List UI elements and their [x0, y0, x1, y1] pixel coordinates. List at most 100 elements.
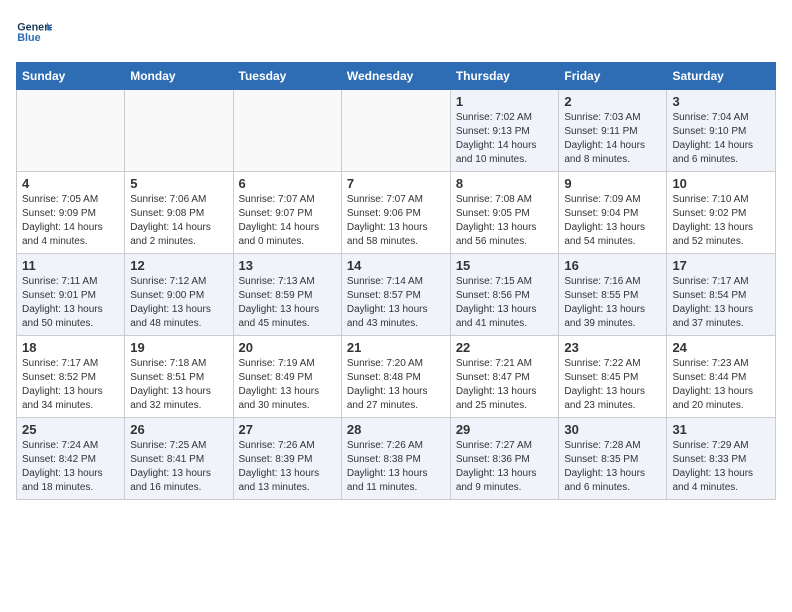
day-info: Sunrise: 7:23 AM Sunset: 8:44 PM Dayligh…	[672, 357, 770, 413]
day-info: Sunrise: 7:05 AM Sunset: 9:09 PM Dayligh…	[22, 193, 119, 249]
calendar-cell	[17, 90, 125, 172]
calendar-cell: 8 Sunrise: 7:08 AM Sunset: 9:05 PM Daylig…	[450, 172, 559, 254]
day-info: Sunrise: 7:15 AM Sunset: 8:56 PM Dayligh…	[456, 275, 554, 331]
calendar-cell: 27 Sunrise: 7:26 AM Sunset: 8:39 PM Dayli…	[233, 418, 341, 500]
day-number: 12	[130, 258, 227, 273]
calendar-week-row: 4 Sunrise: 7:05 AM Sunset: 9:09 PM Daylig…	[17, 172, 776, 254]
calendar-cell: 2 Sunrise: 7:03 AM Sunset: 9:11 PM Daylig…	[559, 90, 667, 172]
day-number: 24	[672, 340, 770, 355]
calendar-cell: 10 Sunrise: 7:10 AM Sunset: 9:02 PM Dayli…	[667, 172, 776, 254]
day-number: 2	[564, 94, 661, 109]
column-header-sunday: Sunday	[17, 63, 125, 90]
column-header-monday: Monday	[125, 63, 233, 90]
calendar-cell: 31Sunrise: 7:29 AM Sunset: 8:33 PM Dayli…	[667, 418, 776, 500]
day-number: 22	[456, 340, 554, 355]
day-info: Sunrise: 7:13 AM Sunset: 8:59 PM Dayligh…	[239, 275, 336, 331]
day-info: Sunrise: 7:26 AM Sunset: 8:38 PM Dayligh…	[347, 439, 445, 495]
calendar-cell: 5Sunrise: 7:06 AM Sunset: 9:08 PM Daylig…	[125, 172, 233, 254]
day-number: 27	[239, 422, 336, 437]
day-number: 26	[130, 422, 227, 437]
calendar-cell: 19 Sunrise: 7:18 AM Sunset: 8:51 PM Dayli…	[125, 336, 233, 418]
column-header-thursday: Thursday	[450, 63, 559, 90]
calendar-cell: 23 Sunrise: 7:22 AM Sunset: 8:45 PM Dayli…	[559, 336, 667, 418]
calendar-cell	[233, 90, 341, 172]
day-number: 23	[564, 340, 661, 355]
day-info: Sunrise: 7:10 AM Sunset: 9:02 PM Dayligh…	[672, 193, 770, 249]
day-number: 30	[564, 422, 661, 437]
calendar-table: SundayMondayTuesdayWednesdayThursdayFrid…	[16, 62, 776, 500]
day-number: 28	[347, 422, 445, 437]
calendar-cell	[125, 90, 233, 172]
calendar-cell: 11Sunrise: 7:11 AM Sunset: 9:01 PM Dayli…	[17, 254, 125, 336]
day-info: Sunrise: 7:27 AM Sunset: 8:36 PM Dayligh…	[456, 439, 554, 495]
day-number: 17	[672, 258, 770, 273]
day-number: 4	[22, 176, 119, 191]
calendar-cell: 1 Sunrise: 7:02 AM Sunset: 9:13 PM Daylig…	[450, 90, 559, 172]
column-header-tuesday: Tuesday	[233, 63, 341, 90]
day-number: 8	[456, 176, 554, 191]
logo: General Blue	[16, 16, 52, 52]
day-number: 1	[456, 94, 554, 109]
day-number: 19	[130, 340, 227, 355]
column-header-wednesday: Wednesday	[341, 63, 450, 90]
day-info: Sunrise: 7:25 AM Sunset: 8:41 PM Dayligh…	[130, 439, 227, 495]
calendar-cell: 6Sunrise: 7:07 AM Sunset: 9:07 PM Daylig…	[233, 172, 341, 254]
day-info: Sunrise: 7:09 AM Sunset: 9:04 PM Dayligh…	[564, 193, 661, 249]
calendar-cell: 12 Sunrise: 7:12 AM Sunset: 9:00 PM Dayli…	[125, 254, 233, 336]
day-info: Sunrise: 7:26 AM Sunset: 8:39 PM Dayligh…	[239, 439, 336, 495]
calendar-cell: 4 Sunrise: 7:05 AM Sunset: 9:09 PM Daylig…	[17, 172, 125, 254]
day-info: Sunrise: 7:22 AM Sunset: 8:45 PM Dayligh…	[564, 357, 661, 413]
day-number: 3	[672, 94, 770, 109]
day-number: 9	[564, 176, 661, 191]
calendar-week-row: 11Sunrise: 7:11 AM Sunset: 9:01 PM Dayli…	[17, 254, 776, 336]
calendar-week-row: 25 Sunrise: 7:24 AM Sunset: 8:42 PM Dayli…	[17, 418, 776, 500]
calendar-cell: 14Sunrise: 7:14 AM Sunset: 8:57 PM Dayli…	[341, 254, 450, 336]
day-info: Sunrise: 7:08 AM Sunset: 9:05 PM Dayligh…	[456, 193, 554, 249]
day-info: Sunrise: 7:18 AM Sunset: 8:51 PM Dayligh…	[130, 357, 227, 413]
logo-icon: General Blue	[16, 16, 52, 52]
day-info: Sunrise: 7:24 AM Sunset: 8:42 PM Dayligh…	[22, 439, 119, 495]
day-number: 29	[456, 422, 554, 437]
day-info: Sunrise: 7:07 AM Sunset: 9:06 PM Dayligh…	[347, 193, 445, 249]
calendar-cell: 28 Sunrise: 7:26 AM Sunset: 8:38 PM Dayli…	[341, 418, 450, 500]
calendar-cell: 3 Sunrise: 7:04 AM Sunset: 9:10 PM Daylig…	[667, 90, 776, 172]
calendar-cell: 25 Sunrise: 7:24 AM Sunset: 8:42 PM Dayli…	[17, 418, 125, 500]
calendar-cell: 15 Sunrise: 7:15 AM Sunset: 8:56 PM Dayli…	[450, 254, 559, 336]
calendar-cell: 18 Sunrise: 7:17 AM Sunset: 8:52 PM Dayli…	[17, 336, 125, 418]
day-info: Sunrise: 7:12 AM Sunset: 9:00 PM Dayligh…	[130, 275, 227, 331]
calendar-cell: 22Sunrise: 7:21 AM Sunset: 8:47 PM Dayli…	[450, 336, 559, 418]
day-info: Sunrise: 7:04 AM Sunset: 9:10 PM Dayligh…	[672, 111, 770, 167]
day-number: 25	[22, 422, 119, 437]
calendar-cell: 29 Sunrise: 7:27 AM Sunset: 8:36 PM Dayli…	[450, 418, 559, 500]
svg-text:Blue: Blue	[17, 32, 40, 44]
calendar-cell: 21 Sunrise: 7:20 AM Sunset: 8:48 PM Dayli…	[341, 336, 450, 418]
day-info: Sunrise: 7:20 AM Sunset: 8:48 PM Dayligh…	[347, 357, 445, 413]
day-number: 21	[347, 340, 445, 355]
calendar-week-row: 18 Sunrise: 7:17 AM Sunset: 8:52 PM Dayli…	[17, 336, 776, 418]
day-number: 10	[672, 176, 770, 191]
calendar-cell: 9 Sunrise: 7:09 AM Sunset: 9:04 PM Daylig…	[559, 172, 667, 254]
day-number: 15	[456, 258, 554, 273]
day-info: Sunrise: 7:11 AM Sunset: 9:01 PM Dayligh…	[22, 275, 119, 331]
day-info: Sunrise: 7:17 AM Sunset: 8:52 PM Dayligh…	[22, 357, 119, 413]
calendar-cell: 26 Sunrise: 7:25 AM Sunset: 8:41 PM Dayli…	[125, 418, 233, 500]
calendar-cell: 16 Sunrise: 7:16 AM Sunset: 8:55 PM Dayli…	[559, 254, 667, 336]
day-info: Sunrise: 7:02 AM Sunset: 9:13 PM Dayligh…	[456, 111, 554, 167]
day-number: 16	[564, 258, 661, 273]
day-number: 7	[347, 176, 445, 191]
calendar-cell: 30Sunrise: 7:28 AM Sunset: 8:35 PM Dayli…	[559, 418, 667, 500]
day-info: Sunrise: 7:17 AM Sunset: 8:54 PM Dayligh…	[672, 275, 770, 331]
calendar-header-row: SundayMondayTuesdayWednesdayThursdayFrid…	[17, 63, 776, 90]
day-info: Sunrise: 7:03 AM Sunset: 9:11 PM Dayligh…	[564, 111, 661, 167]
header: General Blue	[16, 16, 776, 52]
day-info: Sunrise: 7:16 AM Sunset: 8:55 PM Dayligh…	[564, 275, 661, 331]
svg-text:General: General	[17, 21, 52, 33]
day-info: Sunrise: 7:29 AM Sunset: 8:33 PM Dayligh…	[672, 439, 770, 495]
day-number: 6	[239, 176, 336, 191]
day-info: Sunrise: 7:19 AM Sunset: 8:49 PM Dayligh…	[239, 357, 336, 413]
calendar-cell: 7 Sunrise: 7:07 AM Sunset: 9:06 PM Daylig…	[341, 172, 450, 254]
calendar-cell: 13Sunrise: 7:13 AM Sunset: 8:59 PM Dayli…	[233, 254, 341, 336]
day-number: 18	[22, 340, 119, 355]
calendar-cell: 20Sunrise: 7:19 AM Sunset: 8:49 PM Dayli…	[233, 336, 341, 418]
calendar-cell: 24 Sunrise: 7:23 AM Sunset: 8:44 PM Dayli…	[667, 336, 776, 418]
